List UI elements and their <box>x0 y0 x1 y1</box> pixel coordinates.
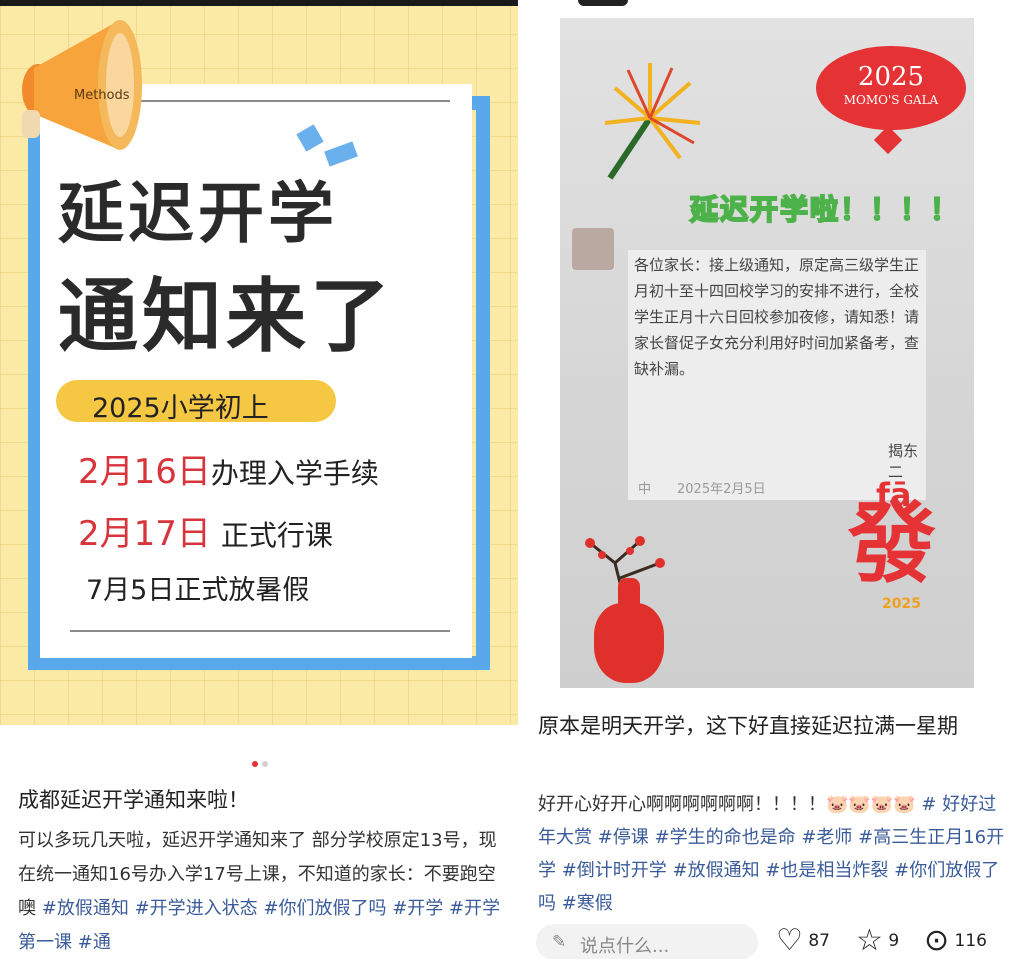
pen-icon: ✎ <box>552 932 567 952</box>
left-post: Methods 延迟开学 通知来了 2025小学初上 2月16日办理入学手续 2… <box>0 0 518 959</box>
comment-placeholder: 说点什么... <box>580 936 670 957</box>
delay-banner: 延迟开学啦！！！！ <box>689 192 961 227</box>
post-title: 成都延迟开学通知来啦！ <box>18 788 249 812</box>
post-text: 好开心好开心啊啊啊啊啊啊！！！！🐷🐷🐷🐷 # 好好过年大赏 #停课 #学生的命也… <box>538 788 1008 920</box>
right-post: 2025 MOMO'S GALA 延迟开学啦！！！！ 各位家长：接上级通知，原定… <box>526 0 1014 959</box>
comment-count: 116 <box>954 931 987 951</box>
sender-avatar <box>572 228 614 270</box>
post-image-photo[interactable]: 2025 MOMO'S GALA 延迟开学啦！！！！ 各位家长：接上级通知，原定… <box>560 18 974 688</box>
tassel-icon <box>873 125 903 155</box>
notice-message: 各位家长：接上级通知，原定高三级学生正月初十至十四回校学习的安排不进行，全校学生… <box>628 250 926 500</box>
notice-date: 中 2025年2月5日 <box>638 482 766 497</box>
comment-bubble-icon: ⊙ <box>924 923 950 958</box>
hashtag-link[interactable]: #你们放假了吗 <box>263 898 386 919</box>
hashtag-link[interactable]: #通 <box>78 932 111 953</box>
fa-year: 2025 <box>882 596 921 612</box>
carousel-dot <box>262 761 268 767</box>
star-icon: ☆ <box>856 923 883 958</box>
date-2: 2月17日 <box>78 514 211 554</box>
date-2-text: 正式行课 <box>220 519 333 552</box>
hashtag-link[interactable]: #开学进入状态 <box>135 898 258 919</box>
megaphone-label: Methods <box>74 88 130 103</box>
gala-badge: 2025 MOMO'S GALA <box>816 46 966 130</box>
hashtag-link[interactable]: #放假通知 <box>42 898 129 919</box>
carousel-dot-active <box>252 761 258 767</box>
fa-character: 發 <box>848 492 937 595</box>
date-row-1: 2月16日办理入学手续 <box>78 444 379 493</box>
collect-button[interactable]: ☆ 9 <box>856 926 899 956</box>
year-pill-text: 2025小学初上 <box>92 393 269 424</box>
date-row-2: 2月17日 正式行课 <box>78 506 333 555</box>
post-image-poster[interactable]: Methods 延迟开学 通知来了 2025小学初上 2月16日办理入学手续 2… <box>0 0 518 725</box>
date-row-3: 7月5日正式放暑假 <box>86 575 310 606</box>
comment-button[interactable]: ⊙ 116 <box>924 926 987 956</box>
year-pill: 2025小学初上 <box>56 380 336 424</box>
top-bar <box>0 0 518 6</box>
pig-emoji: 🐷🐷🐷🐷 <box>826 794 916 815</box>
action-bar: ✎ 说点什么... ♡ 87 ☆ 9 ⊙ 116 <box>526 920 1014 959</box>
date-1-text: 办理入学手续 <box>210 457 379 490</box>
vase-icon <box>594 603 664 683</box>
date-1: 2月16日 <box>78 452 211 492</box>
sparkler-icon <box>604 63 701 180</box>
star-count: 9 <box>888 931 900 951</box>
post-text-prefix: 好开心好开心啊啊啊啊啊啊！！！！ <box>538 794 826 815</box>
gala-name: MOMO'S GALA <box>843 93 939 107</box>
like-button[interactable]: ♡ 87 <box>776 926 830 956</box>
notice-text: 各位家长：接上级通知，原定高三级学生正月初十至十四回校学习的安排不进行，全校学生… <box>634 256 920 378</box>
panel-divider <box>518 0 526 959</box>
heart-icon: ♡ <box>776 923 803 958</box>
megaphone-icon <box>22 20 142 150</box>
post-description: 可以多玩几天啦，延迟开学通知来了 部分学校原定13号，现在统一通知16号办入学1… <box>18 824 508 959</box>
bottom-rule <box>70 630 450 632</box>
poster-headline-line1: 延迟开学 <box>58 175 338 252</box>
avatar <box>578 0 628 6</box>
like-count: 87 <box>808 931 830 951</box>
hashtag-link[interactable]: #开学 <box>392 898 443 919</box>
carousel-indicator <box>250 752 270 771</box>
post-caption: 原本是明天开学，这下好直接延迟拉满一星期 <box>538 714 958 738</box>
comment-input[interactable]: ✎ 说点什么... <box>536 924 758 959</box>
poster-headline-line2: 通知来了 <box>58 270 394 363</box>
gala-year: 2025 <box>857 62 925 92</box>
